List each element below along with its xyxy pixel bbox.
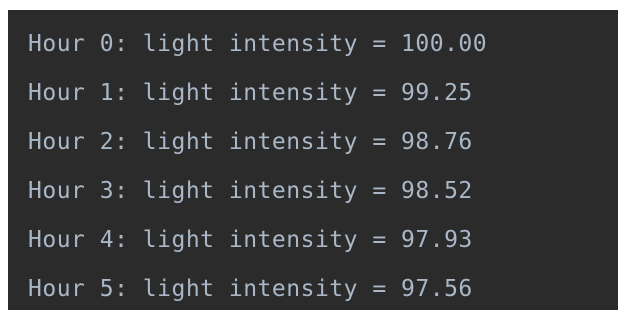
console-line: Hour 2: light intensity = 98.76	[28, 129, 473, 155]
console-line: Hour 0: light intensity = 100.00	[28, 31, 488, 57]
console-line: Hour 4: light intensity = 97.93	[28, 227, 473, 253]
console-line: Hour 3: light intensity = 98.52	[28, 178, 473, 204]
console-line: Hour 5: light intensity = 97.56	[28, 276, 473, 302]
console-output[interactable]: Hour 0: light intensity = 100.00 Hour 1:…	[8, 10, 618, 310]
console-line: Hour 1: light intensity = 99.25	[28, 80, 473, 106]
